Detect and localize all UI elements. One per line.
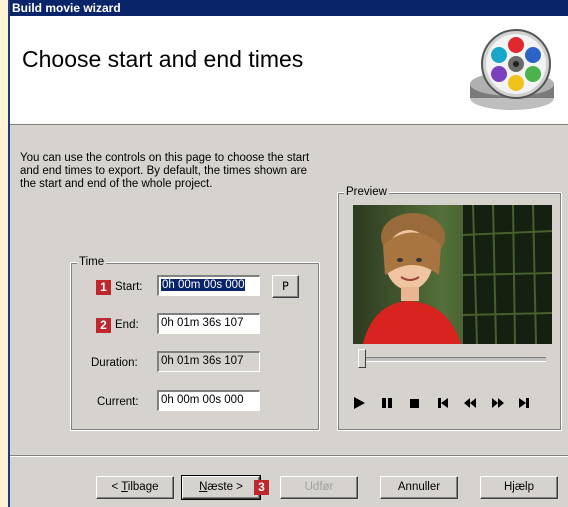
- end-badge: 2: [96, 318, 111, 333]
- duration-label: Duration:: [91, 357, 138, 369]
- fast-forward-icon[interactable]: [490, 395, 506, 411]
- help-button[interactable]: Hjælp: [480, 476, 558, 499]
- start-label: Start:: [115, 281, 143, 293]
- pause-icon[interactable]: [379, 395, 395, 411]
- preview-group-legend: Preview: [344, 186, 389, 198]
- current-label: Current:: [97, 396, 139, 408]
- end-label: End:: [115, 319, 139, 331]
- description-text: You can use the controls on this page to…: [20, 152, 310, 190]
- back-label: ilbage: [127, 481, 159, 493]
- wizard-header: Choose start and end times: [10, 16, 568, 125]
- start-time-field[interactable]: 0h 00m 00s 000: [157, 275, 260, 296]
- current-time-field[interactable]: 0h 00m 00s 000: [157, 390, 260, 411]
- play-icon[interactable]: [351, 395, 367, 411]
- preview-scrubber-track[interactable]: [358, 357, 546, 362]
- preview-video: [353, 205, 552, 344]
- skip-to-end-icon[interactable]: [516, 395, 532, 411]
- footer-divider: [10, 455, 568, 457]
- time-group: Time 1 Start: 0h 00m 00s 000 P 2 End: 0h…: [70, 256, 320, 431]
- back-prefix: <: [111, 481, 122, 493]
- start-badge: 1: [96, 280, 111, 295]
- preview-frame-image: [353, 205, 552, 344]
- next-label: æste >: [207, 481, 243, 493]
- next-button[interactable]: Næste >: [181, 475, 261, 500]
- preview-scrubber-thumb[interactable]: [358, 349, 366, 368]
- start-time-value: 0h 00m 00s 000: [161, 279, 246, 291]
- next-badge: 3: [254, 480, 269, 495]
- window-title: Build movie wizard: [10, 0, 568, 16]
- rewind-icon[interactable]: [462, 395, 478, 411]
- set-start-button[interactable]: P: [272, 275, 299, 298]
- skip-to-start-icon[interactable]: [435, 395, 451, 411]
- film-reel-icon: [470, 29, 554, 110]
- finish-button[interactable]: Udfør: [280, 476, 358, 499]
- cancel-button[interactable]: Annuller: [380, 476, 458, 499]
- time-group-legend: Time: [77, 256, 107, 268]
- stop-icon[interactable]: [407, 395, 423, 411]
- back-button[interactable]: < Tilbage: [96, 476, 174, 499]
- page-title: Choose start and end times: [22, 46, 304, 72]
- wizard-window: Build movie wizard Choose start and end …: [8, 0, 568, 507]
- back-mnemonic: T: [121, 481, 128, 493]
- end-time-field[interactable]: 0h 01m 36s 107: [157, 313, 260, 334]
- duration-field: 0h 01m 36s 107: [157, 351, 260, 372]
